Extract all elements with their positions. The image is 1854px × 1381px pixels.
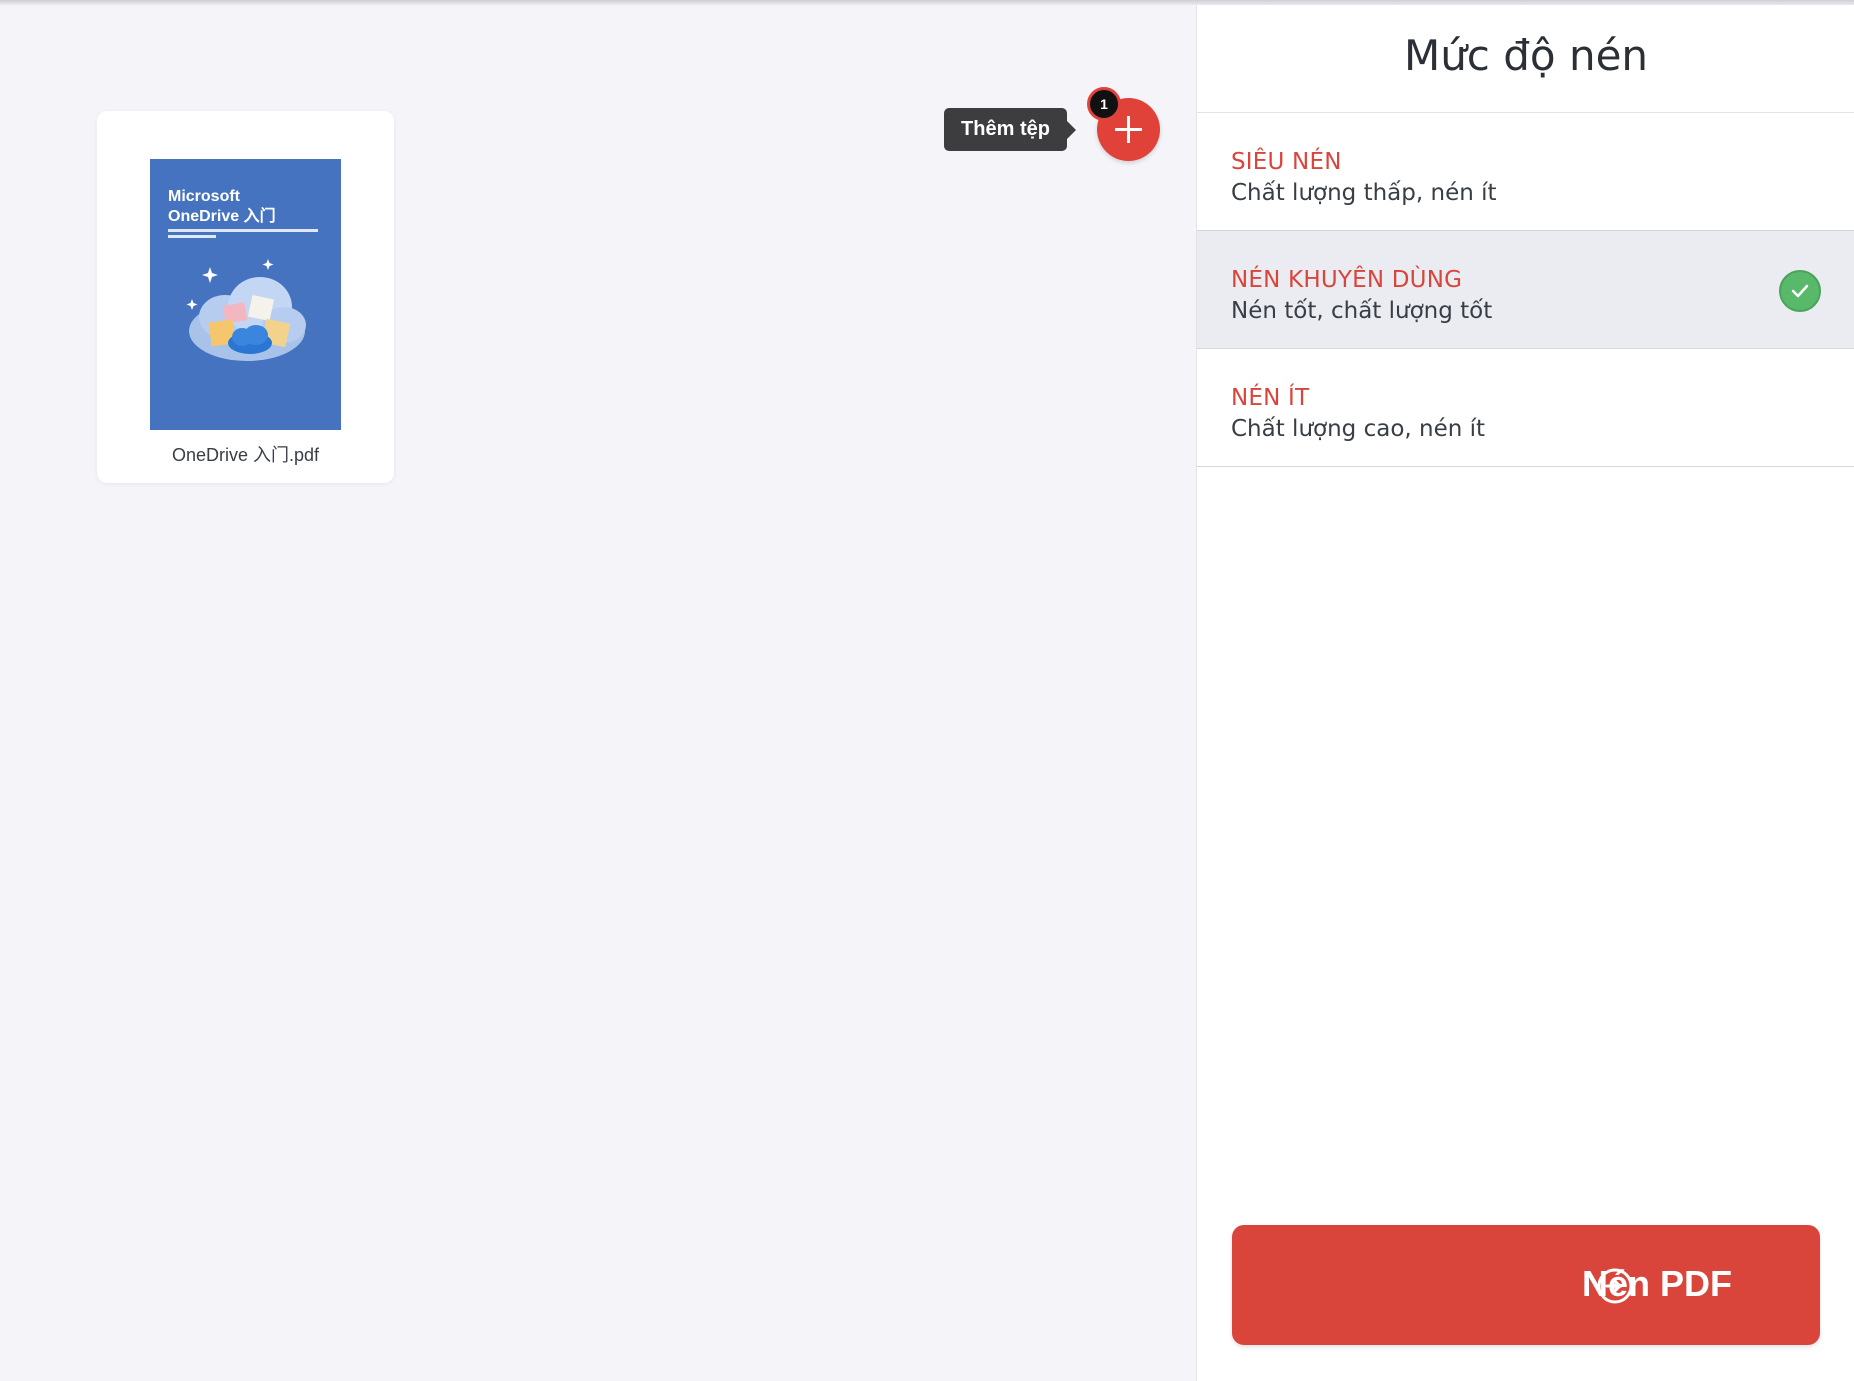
sidebar-title: Mức độ nén <box>1403 31 1649 80</box>
thumbnail-subtext-lines <box>168 229 328 244</box>
option-title: NÉN ÍT <box>1231 385 1310 411</box>
option-title: NÉN KHUYÊN DÙNG <box>1231 267 1463 293</box>
arrow-right-circle-icon <box>1597 1268 1633 1304</box>
file-name: OneDrive 入门.pdf <box>171 445 320 465</box>
compress-button-label: Nén PDF <box>1581 1263 1732 1304</box>
option-description: Chất lượng cao, nén ít <box>1231 416 1486 442</box>
file-card[interactable]: Microsoft OneDrive 入门 OneDrive 入门.pdf <box>97 111 394 483</box>
compression-sidebar: Mức độ nén SIÊU NÉN Chất lượng thấp, nén… <box>1196 5 1854 1381</box>
option-description: Nén tốt, chất lượng tốt <box>1231 298 1493 324</box>
thumbnail-title: Microsoft OneDrive 入门 <box>168 188 276 225</box>
file-workspace: Microsoft OneDrive 入门 OneDrive 入门.pdf Th… <box>0 5 1196 1381</box>
plus-icon <box>1115 116 1142 143</box>
option-extreme-compression[interactable]: SIÊU NÉN Chất lượng thấp, nén ít <box>1197 113 1854 231</box>
cloud-illustration-icon <box>186 259 306 361</box>
option-low-compression[interactable]: NÉN ÍT Chất lượng cao, nén ít <box>1197 349 1854 467</box>
check-icon <box>1779 270 1821 312</box>
option-recommended-compression[interactable]: NÉN KHUYÊN DÙNG Nén tốt, chất lượng tốt <box>1197 231 1854 349</box>
option-description: Chất lượng thấp, nén ít <box>1231 180 1497 206</box>
option-title: SIÊU NÉN <box>1231 149 1342 175</box>
add-file-tooltip: Thêm tệp <box>944 108 1076 151</box>
file-count-badge: 1 <box>1087 87 1121 121</box>
compression-options: SIÊU NÉN Chất lượng thấp, nén ít NÉN KHU… <box>1197 112 1854 467</box>
pdf-thumbnail: Microsoft OneDrive 入门 <box>150 159 341 430</box>
compress-pdf-button[interactable]: Nén PDF <box>1232 1225 1820 1345</box>
